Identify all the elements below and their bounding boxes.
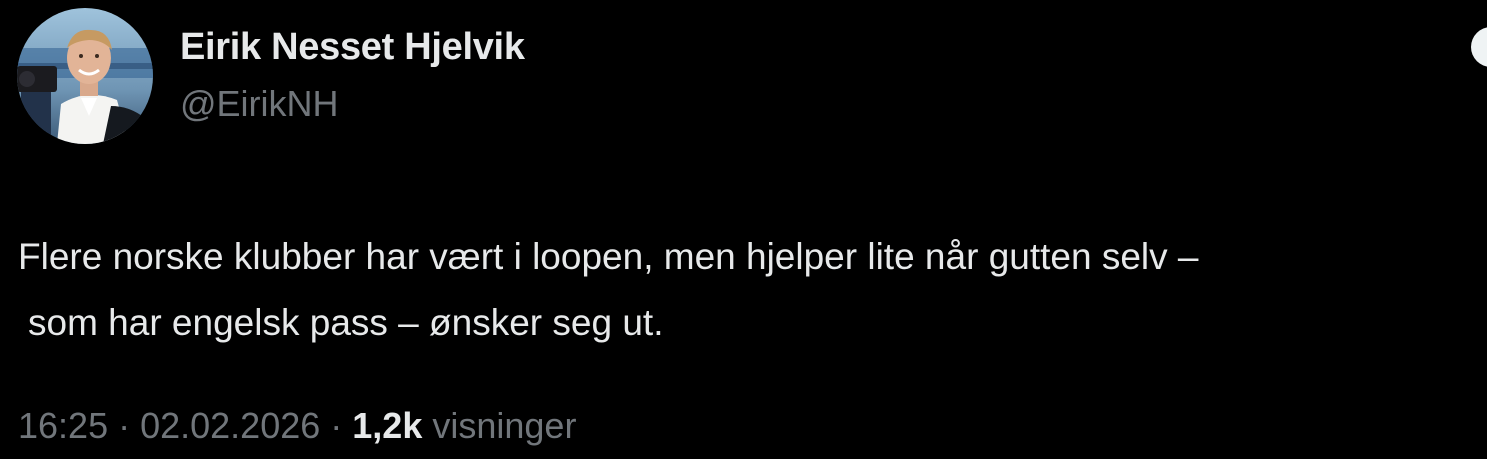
tweet-text: Flere norske klubber har vært i loopen, … bbox=[18, 224, 1483, 356]
views-label: visninger bbox=[422, 405, 577, 446]
avatar-image bbox=[17, 8, 153, 144]
meta-separator: · bbox=[320, 405, 353, 446]
more-options-button[interactable] bbox=[1471, 27, 1487, 67]
tweet-date[interactable]: 02.02.2026 bbox=[140, 405, 320, 446]
meta-separator: · bbox=[108, 405, 141, 446]
views-count[interactable]: 1,2k bbox=[352, 405, 422, 446]
tweet-meta: 16:25 · 02.02.2026 · 1,2k visninger bbox=[18, 405, 576, 447]
tweet-card: Eirik Nesset Hjelvik @EirikNH Flere nors… bbox=[0, 0, 1487, 459]
tweet-text-line-1: Flere norske klubber har vært i loopen, … bbox=[18, 236, 1199, 277]
tweet-time[interactable]: 16:25 bbox=[18, 405, 108, 446]
tweet-text-line-2: som har engelsk pass – ønsker seg ut. bbox=[28, 302, 664, 343]
author-handle[interactable]: @EirikNH bbox=[180, 83, 339, 125]
author-avatar[interactable] bbox=[17, 8, 153, 144]
author-display-name[interactable]: Eirik Nesset Hjelvik bbox=[180, 26, 525, 69]
